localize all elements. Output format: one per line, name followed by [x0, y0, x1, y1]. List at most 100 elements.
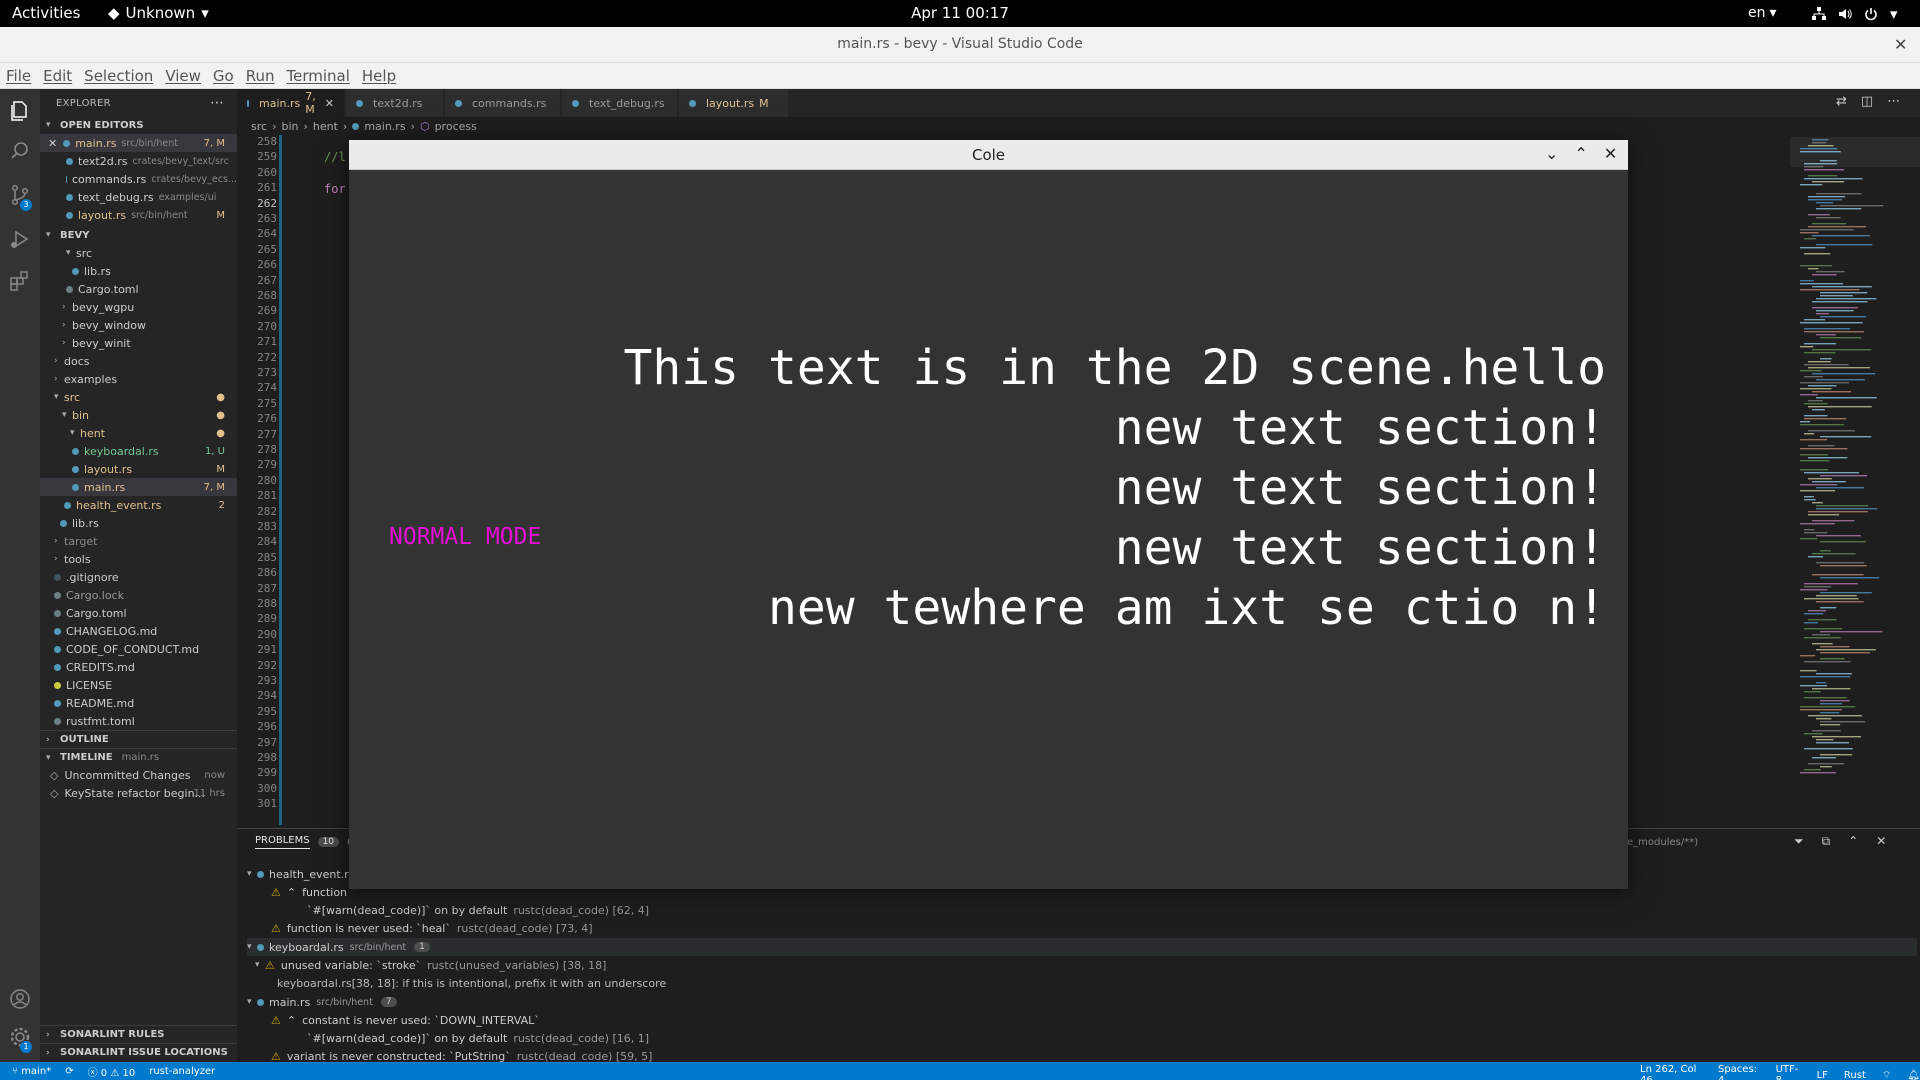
- menu-edit[interactable]: Edit: [43, 67, 72, 85]
- cursor-position[interactable]: Ln 262, Col 46: [1640, 1064, 1702, 1080]
- breadcrumb-item[interactable]: hent: [313, 120, 338, 133]
- maximize-panel-icon[interactable]: ⌃: [1848, 834, 1858, 849]
- tree-file[interactable]: CODE_OF_CONDUCT.md: [40, 640, 237, 658]
- tree-file[interactable]: CHANGELOG.md: [40, 622, 237, 640]
- minimap-viewport[interactable]: [1790, 137, 1920, 167]
- more-actions-icon[interactable]: ⋯: [1887, 94, 1900, 109]
- timeline-item[interactable]: ◇ KeyState refactor begin... 11 hrs: [40, 784, 237, 802]
- tree-file[interactable]: CREDITS.md: [40, 658, 237, 676]
- breadcrumb-item[interactable]: bin: [281, 120, 298, 133]
- tab-text2d-rs[interactable]: text2d.rs: [346, 89, 444, 117]
- menu-go[interactable]: Go: [213, 67, 234, 85]
- problem-file-row[interactable]: ▾ health_event.r: [247, 865, 349, 883]
- sync-icon[interactable]: ⟳: [65, 1066, 73, 1077]
- tab-text-debug-rs[interactable]: text_debug.rs: [562, 89, 678, 117]
- tree-folder[interactable]: ▾ hent ●: [40, 424, 237, 442]
- more-actions-icon[interactable]: ⋯: [210, 95, 224, 111]
- minimize-icon[interactable]: ⌄: [1545, 144, 1558, 163]
- tree-file[interactable]: layout.rs M: [40, 460, 237, 478]
- broadcast-icon[interactable]: ⌔: [1882, 1069, 1891, 1080]
- tree-file[interactable]: Cargo.toml: [40, 280, 237, 298]
- open-editor-item[interactable]: text_debug.rs examples/ui: [40, 188, 237, 206]
- tree-file[interactable]: README.md: [40, 694, 237, 712]
- language-indicator[interactable]: en ▾: [1748, 5, 1777, 21]
- tree-file[interactable]: Cargo.lock: [40, 586, 237, 604]
- tree-file[interactable]: Cargo.toml: [40, 604, 237, 622]
- maximize-icon[interactable]: ⌃: [1574, 144, 1587, 163]
- bell-icon[interactable]: 🔔︎: [1907, 1070, 1920, 1080]
- clock[interactable]: Apr 11 00:17: [0, 4, 1920, 22]
- close-icon[interactable]: ✕: [1604, 144, 1617, 163]
- close-icon[interactable]: ✕: [325, 97, 334, 110]
- problem-row[interactable]: ⚠ ⌃ constant is never used: `DOWN_INTERVAL…: [271, 1011, 540, 1029]
- tab-layout-rs[interactable]: layout.rs M: [679, 89, 789, 117]
- tab-commands-rs[interactable]: commands.rs: [445, 89, 561, 117]
- tree-file[interactable]: .gitignore: [40, 568, 237, 586]
- tree-folder[interactable]: › tools: [40, 550, 237, 568]
- tree-file[interactable]: rustfmt.toml: [40, 712, 237, 730]
- search-icon[interactable]: [8, 139, 32, 163]
- problem-file-row[interactable]: ▾ main.rs src/bin/hent 7: [247, 993, 397, 1011]
- problem-related-row[interactable]: keyboardal.rs[38, 18]: if this is intent…: [277, 974, 666, 992]
- tree-folder[interactable]: › target: [40, 532, 237, 550]
- encoding[interactable]: UTF-8: [1776, 1064, 1801, 1080]
- explorer-icon[interactable]: [8, 99, 32, 123]
- tree-folder[interactable]: ▾ src: [40, 244, 237, 262]
- tab-problems[interactable]: PROBLEMS: [255, 835, 310, 849]
- line-ending[interactable]: LF: [1817, 1070, 1828, 1080]
- compare-changes-icon[interactable]: ⇄: [1836, 94, 1847, 109]
- close-window-icon[interactable]: ✕: [1894, 35, 1907, 54]
- problem-row[interactable]: ⚠ function is never used: `heal` rustc(dea…: [271, 919, 593, 937]
- tree-folder[interactable]: › examples: [40, 370, 237, 388]
- menu-view[interactable]: View: [165, 67, 201, 85]
- account-icon[interactable]: [8, 987, 32, 1011]
- sonarlint-issues-header[interactable]: › SONARLINT ISSUE LOCATIONS: [40, 1043, 237, 1061]
- extensions-icon[interactable]: [8, 269, 32, 293]
- code-comment-fragment[interactable]: //l: [324, 150, 346, 164]
- tree-file[interactable]: lib.rs: [40, 514, 237, 532]
- problem-file-row[interactable]: ▾ keyboardal.rs src/bin/hent 1: [247, 938, 1917, 956]
- branch-status[interactable]: ⑂ main*: [12, 1066, 51, 1077]
- tree-folder[interactable]: ▾ src ●: [40, 388, 237, 406]
- open-editor-item[interactable]: commands.rs crates/bevy_ecs...: [40, 170, 237, 188]
- indentation[interactable]: Spaces: 4: [1718, 1064, 1760, 1080]
- tree-folder[interactable]: › docs: [40, 352, 237, 370]
- tree-folder[interactable]: ▾ bin ●: [40, 406, 237, 424]
- timeline-item[interactable]: ◇ Uncommitted Changes now: [40, 766, 237, 784]
- menu-run[interactable]: Run: [246, 67, 275, 85]
- problem-row[interactable]: `#[warn(dead_code)]` on by default rustc(…: [307, 1029, 649, 1047]
- open-editor-item[interactable]: layout.rs src/bin/hent M: [40, 206, 237, 224]
- tree-folder[interactable]: › bevy_window: [40, 316, 237, 334]
- problem-row[interactable]: `#[warn(dead_code)]` on by default rustc(…: [307, 901, 649, 919]
- run-debug-icon[interactable]: [8, 227, 32, 251]
- tree-file[interactable]: LICENSE: [40, 676, 237, 694]
- minimap[interactable]: [1790, 135, 1920, 825]
- close-panel-icon[interactable]: ✕: [1876, 834, 1886, 849]
- project-header[interactable]: ▾ BEVY: [40, 226, 237, 244]
- problems-filter-input[interactable]: e_modules/**): [1627, 837, 1698, 848]
- timeline-header[interactable]: ▾ TIMELINE main.rs: [40, 748, 237, 766]
- tree-file[interactable]: main.rs 7, M: [40, 478, 237, 496]
- problem-row[interactable]: ▾ ⚠ unused variable: `stroke` rustc(unused_…: [255, 956, 606, 974]
- menu-selection[interactable]: Selection: [84, 67, 153, 85]
- tree-file[interactable]: health_event.rs 2: [40, 496, 237, 514]
- problem-row[interactable]: ⚠ ⌃ function: [271, 883, 347, 901]
- tree-folder[interactable]: › bevy_winit: [40, 334, 237, 352]
- code-keyword-fragment[interactable]: for: [324, 182, 346, 196]
- sonarlint-rules-header[interactable]: › SONARLINT RULES: [40, 1025, 237, 1043]
- breadcrumb-item[interactable]: src: [251, 120, 267, 133]
- rust-analyzer-status[interactable]: rust-analyzer: [149, 1066, 215, 1077]
- language-mode[interactable]: Rust: [1844, 1070, 1866, 1080]
- menu-help[interactable]: Help: [362, 67, 396, 85]
- game-window-title-bar[interactable]: Cole ⌄ ⌃ ✕: [349, 140, 1628, 170]
- breadcrumb-item[interactable]: process: [435, 120, 477, 133]
- split-editor-icon[interactable]: ◫: [1861, 94, 1873, 109]
- open-editor-item[interactable]: text2d.rs crates/bevy_text/src: [40, 152, 237, 170]
- problems-status[interactable]: ⓧ 0 ⚠ 10: [88, 1064, 136, 1079]
- game-window[interactable]: Cole ⌄ ⌃ ✕ NORMAL MODE This text is in t…: [349, 140, 1628, 889]
- open-editor-item[interactable]: ✕ main.rs src/bin/hent 7, M: [40, 134, 237, 152]
- open-editors-header[interactable]: ▾ OPEN EDITORS: [40, 116, 237, 134]
- breadcrumb-item[interactable]: main.rs: [364, 120, 405, 133]
- tree-file[interactable]: keyboardal.rs 1, U: [40, 442, 237, 460]
- tab-main-rs[interactable]: main.rs 7, M ✕: [237, 89, 345, 117]
